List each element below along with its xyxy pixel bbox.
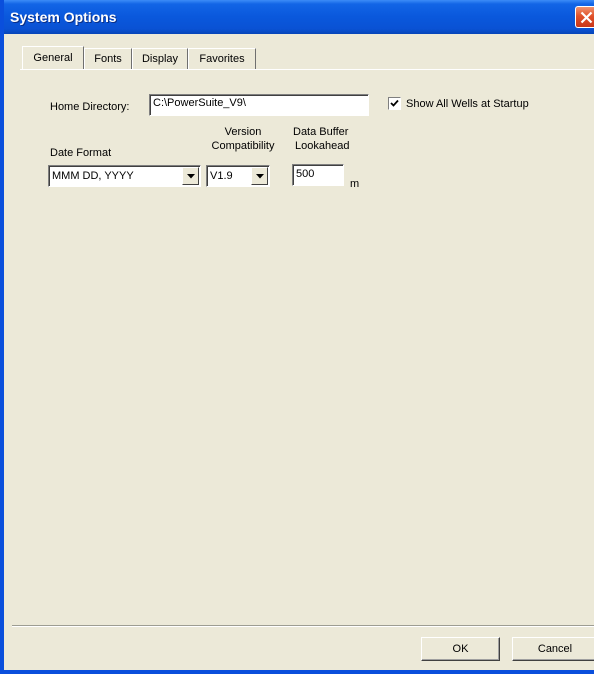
version-compatibility-label-line1: Version <box>224 126 262 138</box>
date-format-dropdown-button[interactable] <box>182 167 199 185</box>
show-all-wells-checkbox[interactable] <box>388 97 401 110</box>
button-row-separator <box>12 625 594 627</box>
date-format-label: Date Format <box>50 147 112 159</box>
data-buffer-label-line1: Data Buffer <box>293 126 349 138</box>
version-dropdown-button[interactable] <box>251 167 268 185</box>
home-directory-label: Home Directory: <box>50 101 130 113</box>
date-format-select[interactable]: MMM DD, YYYY <box>48 165 201 187</box>
chevron-down-icon <box>187 174 195 179</box>
title-bar[interactable]: System Options <box>4 0 594 34</box>
version-compatibility-value: V1.9 <box>210 170 233 182</box>
data-buffer-label-line2: Lookahead <box>295 140 350 152</box>
window-title: System Options <box>10 9 117 25</box>
version-compatibility-label-line2: Compatibility <box>211 140 275 152</box>
ok-button[interactable]: OK <box>421 637 500 661</box>
version-compatibility-select[interactable]: V1.9 <box>206 165 270 187</box>
close-icon <box>580 11 593 24</box>
date-format-value: MMM DD, YYYY <box>52 170 134 182</box>
checkmark-icon <box>390 99 399 107</box>
show-all-wells-label: Show All Wells at Startup <box>406 98 529 110</box>
data-buffer-unit: m <box>350 178 360 190</box>
close-button[interactable] <box>575 6 594 28</box>
tab-fonts[interactable]: Fonts <box>84 48 132 69</box>
tab-general[interactable]: General <box>22 46 84 70</box>
chevron-down-icon <box>256 174 264 179</box>
data-buffer-input[interactable]: 500 <box>292 164 344 186</box>
cancel-button[interactable]: Cancel <box>512 637 594 661</box>
system-options-dialog: System Options General Fonts Display Fav… <box>0 0 594 674</box>
tab-favorites[interactable]: Favorites <box>188 48 256 69</box>
tab-display[interactable]: Display <box>132 48 188 69</box>
home-directory-field[interactable]: C:\PowerSuite_V9\ <box>149 94 369 116</box>
